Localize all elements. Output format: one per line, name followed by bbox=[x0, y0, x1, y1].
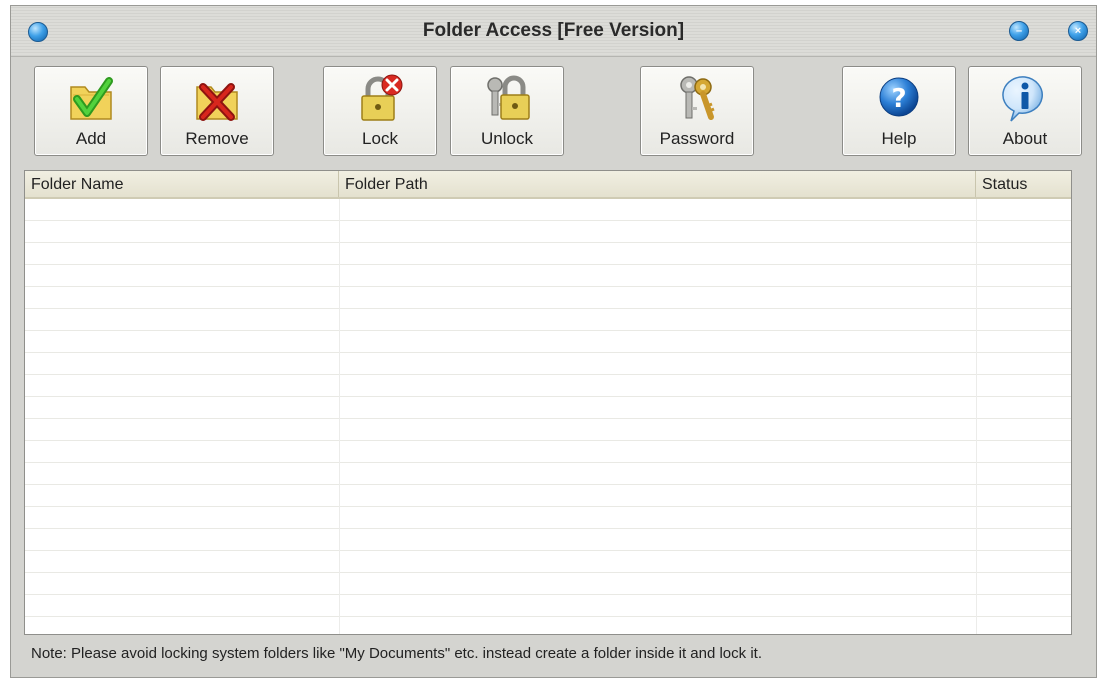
lock-button[interactable]: Lock bbox=[323, 66, 437, 156]
column-divider bbox=[976, 199, 977, 634]
column-header-status[interactable]: Status bbox=[976, 171, 1071, 197]
padlock-keys-icon bbox=[451, 73, 563, 125]
close-button[interactable]: × bbox=[1068, 21, 1088, 41]
unlock-button[interactable]: Unlock bbox=[450, 66, 564, 156]
lock-label: Lock bbox=[362, 129, 398, 148]
password-button[interactable]: Password bbox=[640, 66, 754, 156]
padlock-error-icon bbox=[324, 73, 436, 125]
list-rows bbox=[25, 199, 1071, 634]
question-mark-icon: ? bbox=[843, 73, 955, 125]
folder-remove-icon bbox=[161, 73, 273, 125]
window-title: Folder Access [Free Version] bbox=[422, 20, 685, 41]
remove-label: Remove bbox=[185, 129, 249, 148]
title-bar[interactable]: Folder Access [Free Version] – × bbox=[11, 6, 1096, 57]
list-header: Folder Name Folder Path Status bbox=[25, 171, 1071, 199]
column-divider bbox=[339, 199, 340, 634]
unlock-label: Unlock bbox=[481, 129, 533, 148]
minimize-icon: – bbox=[1015, 25, 1023, 37]
password-label: Password bbox=[659, 129, 735, 148]
minimize-button[interactable]: – bbox=[1009, 21, 1029, 41]
about-label: About bbox=[1002, 129, 1048, 148]
remove-button[interactable]: Remove bbox=[160, 66, 274, 156]
footer-note: Note: Please avoid locking system folder… bbox=[31, 645, 762, 662]
about-button[interactable]: About bbox=[968, 66, 1082, 156]
help-button[interactable]: ? Help bbox=[842, 66, 956, 156]
keys-icon bbox=[641, 73, 753, 125]
column-header-folder-path[interactable]: Folder Path bbox=[339, 171, 976, 197]
column-header-folder-name[interactable]: Folder Name bbox=[25, 171, 339, 197]
help-label: Help bbox=[881, 129, 917, 148]
folder-list[interactable]: Folder Name Folder Path Status bbox=[24, 170, 1072, 635]
folder-check-icon bbox=[35, 73, 147, 125]
add-label: Add bbox=[75, 129, 107, 148]
svg-text:?: ? bbox=[891, 84, 906, 114]
add-button[interactable]: Add bbox=[34, 66, 148, 156]
close-icon: × bbox=[1074, 25, 1082, 37]
info-icon bbox=[969, 73, 1081, 125]
